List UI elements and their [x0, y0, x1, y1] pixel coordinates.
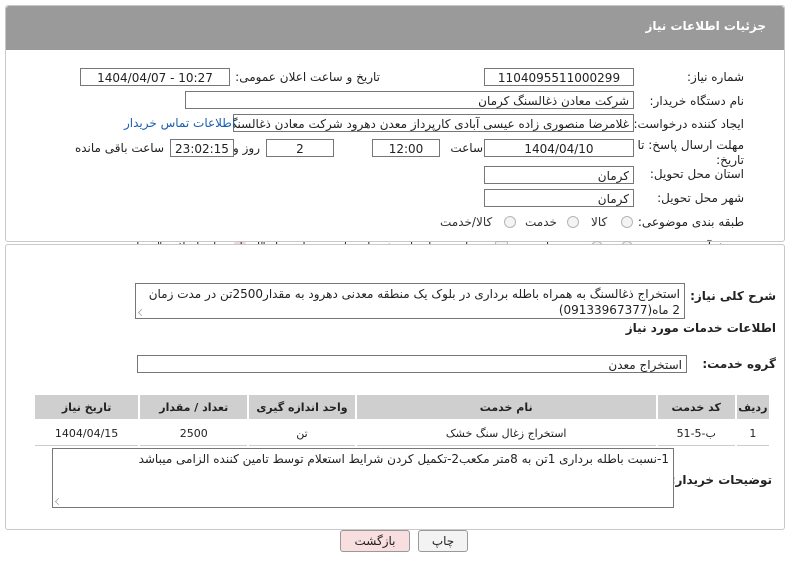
need-number-label: شماره نیاز: [687, 70, 744, 84]
cell-service-name: استخراج زغال سنگ خشک [354, 419, 658, 446]
cell-quantity: 2500 [138, 419, 250, 446]
table-header-row: ردیف کد خدمت نام خدمت واحد اندازه گیری ت… [32, 393, 772, 421]
province-field[interactable]: کرمان [484, 166, 634, 184]
cell-service-code: ب-5-51 [655, 419, 737, 446]
category-radio-service[interactable] [567, 216, 579, 228]
province-label: استان محل تحویل: [649, 167, 744, 181]
services-section-title: اطلاعات خدمات مورد نیاز [625, 321, 776, 335]
col-header-service-code: کد خدمت [655, 393, 737, 421]
resize-grip-icon[interactable] [55, 498, 62, 505]
category-option-goods: کالا [591, 215, 608, 229]
days-remaining-field[interactable]: 2 [266, 139, 334, 157]
announce-label: تاریخ و ساعت اعلان عمومی: [235, 70, 380, 84]
need-number-field[interactable]: 1104095511000299 [484, 68, 634, 86]
back-button[interactable]: بازگشت [340, 530, 410, 552]
buyer-org-label: نام دستگاه خریدار: [649, 94, 745, 108]
buyer-contact-link[interactable]: اطلاعات تماس خریدار [124, 116, 235, 130]
summary-label: شرح کلی نیاز: [690, 289, 776, 303]
page-title: جزئیات اطلاعات نیاز [645, 19, 766, 33]
deadline-time-label: ساعت [450, 141, 483, 155]
time-remaining-label: ساعت باقی مانده [74, 141, 164, 155]
panel-header: جزئیات اطلاعات نیاز [6, 6, 784, 50]
cell-unit: تن [247, 419, 357, 446]
cell-need-date: 1404/04/15 [32, 419, 141, 446]
buyer-org-field[interactable]: شرکت معادن ذغالسنگ کرمان [185, 91, 634, 109]
buyer-notes-textarea[interactable]: 1-نسبت باطله برداری 1تن به 8متر مکعب2-تک… [52, 448, 674, 508]
category-radio-goods[interactable] [621, 216, 633, 228]
summary-text: استخراج ذغالسنگ به همراه باطله برداری در… [148, 287, 680, 317]
buyer-notes-label: توضیحات خریدار: [670, 473, 772, 487]
col-header-need-date: تاریخ نیاز [32, 393, 141, 421]
col-header-row-num: ردیف [734, 393, 772, 421]
col-header-quantity: تعداد / مقدار [138, 393, 250, 421]
category-label: طبقه بندی موضوعی: [637, 215, 744, 229]
days-label: روز و [233, 141, 260, 155]
service-group-field[interactable]: استخراج معدن [137, 355, 687, 373]
category-option-service: خدمت [525, 215, 557, 229]
col-header-service-name: نام خدمت [354, 393, 658, 421]
summary-textarea[interactable]: استخراج ذغالسنگ به همراه باطله برداری در… [135, 283, 685, 319]
services-table: ردیف کد خدمت نام خدمت واحد اندازه گیری ت… [32, 393, 772, 446]
buyer-notes-text: 1-نسبت باطله برداری 1تن به 8متر مکعب2-تک… [138, 452, 669, 466]
table-row[interactable]: 1 ب-5-51 استخراج زغال سنگ خشک تن 2500 14… [32, 419, 772, 446]
category-radio-goods-service[interactable] [504, 216, 516, 228]
time-remaining-field[interactable]: 23:02:15 [170, 139, 234, 157]
service-group-label: گروه خدمت: [702, 357, 776, 371]
city-label: شهر محل تحویل: [657, 191, 744, 205]
deadline-label: مهلت ارسال پاسخ: تا تاریخ: [637, 138, 744, 167]
category-option-goods-service: کالا/خدمت [440, 215, 493, 229]
col-header-unit: واحد اندازه گیری [247, 393, 357, 421]
print-button[interactable]: چاپ [418, 530, 468, 552]
city-field[interactable]: کرمان [484, 189, 634, 207]
deadline-date-field[interactable]: 1404/04/10 [484, 139, 634, 157]
deadline-time-field[interactable]: 12:00 [372, 139, 440, 157]
announce-datetime-field[interactable]: 1404/04/07 - 10:27 [80, 68, 230, 86]
creator-field[interactable]: غلامرضا منصوری زاده عیسی آبادی کارپرداز … [233, 114, 634, 132]
cell-row-num: 1 [734, 419, 772, 446]
resize-grip-icon[interactable] [138, 309, 145, 316]
creator-label: ایجاد کننده درخواست: [633, 117, 744, 131]
